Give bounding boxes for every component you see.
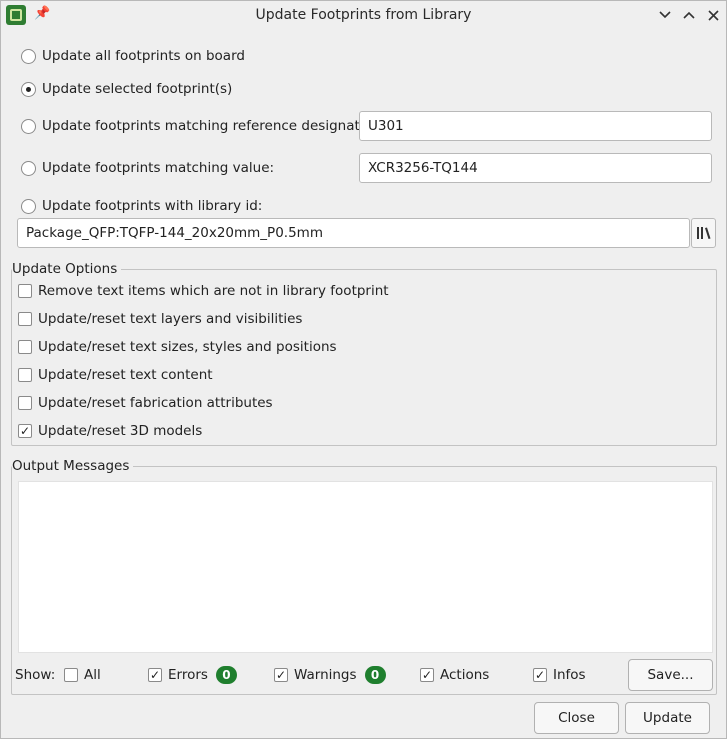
checkbox-label: Update/reset fabrication attributes: [38, 395, 273, 411]
option-text-layers[interactable]: Update/reset text layers and visibilitie…: [18, 308, 302, 330]
radio-update-all[interactable]: Update all footprints on board: [21, 44, 245, 68]
group-title: Output Messages: [12, 458, 134, 474]
maximize-button[interactable]: [678, 4, 700, 26]
radio-label: Update all footprints on board: [42, 48, 245, 64]
group-title: Update Options: [12, 261, 122, 277]
radio-label: Update footprints matching reference des…: [42, 118, 378, 134]
library-id-input[interactable]: Package_QFP:TQFP-144_20x20mm_P0.5mm: [17, 218, 690, 248]
checkbox[interactable]: [18, 312, 32, 326]
minimize-button[interactable]: [654, 4, 676, 26]
window-title: Update Footprints from Library: [255, 7, 472, 23]
errors-count-badge: 0: [215, 666, 237, 684]
checkbox-label: Update/reset text content: [38, 367, 213, 383]
checkbox-label: Update/reset text layers and visibilitie…: [38, 311, 303, 327]
chevron-up-icon: [683, 11, 695, 19]
checkbox-checked[interactable]: ✓: [533, 668, 547, 682]
output-messages-panel[interactable]: [18, 481, 713, 653]
option-remove-text-items[interactable]: Remove text items which are not in libra…: [18, 280, 389, 302]
close-button[interactable]: Close: [534, 702, 619, 734]
close-window-button[interactable]: [702, 4, 724, 26]
radio-button[interactable]: [21, 118, 36, 134]
update-options-group: Update Options Remove text items which a…: [11, 261, 717, 446]
filter-label: All: [84, 667, 101, 683]
checkbox[interactable]: [18, 340, 32, 354]
filter-infos[interactable]: ✓ Infos: [533, 663, 586, 687]
checkbox-label: Remove text items which are not in libra…: [38, 283, 389, 299]
radio-update-selected[interactable]: Update selected footprint(s): [21, 77, 232, 101]
warnings-count-badge: 0: [364, 666, 386, 684]
checkbox[interactable]: [18, 396, 32, 410]
checkbox[interactable]: [18, 368, 32, 382]
update-button[interactable]: Update: [625, 702, 710, 734]
close-icon: [707, 9, 719, 21]
filter-all[interactable]: All: [64, 663, 101, 687]
checkbox-label: Update/reset text sizes, styles and posi…: [38, 339, 337, 355]
option-text-sizes[interactable]: Update/reset text sizes, styles and posi…: [18, 336, 337, 358]
checkbox-label: Update/reset 3D models: [38, 423, 203, 439]
checkbox[interactable]: [18, 284, 32, 298]
radio-button-checked[interactable]: [21, 81, 36, 97]
radio-label: Update footprints with library id:: [42, 198, 263, 214]
reference-designator-input[interactable]: U301: [359, 111, 712, 141]
radio-update-by-value[interactable]: Update footprints matching value:: [21, 156, 274, 180]
radio-button[interactable]: [21, 160, 36, 176]
radio-button[interactable]: [21, 198, 36, 214]
browse-library-button[interactable]: [691, 218, 716, 248]
library-books-icon: [696, 227, 710, 239]
checkbox-checked[interactable]: ✓: [18, 424, 32, 438]
filter-label: Warnings: [294, 667, 357, 683]
filter-label: Actions: [440, 667, 490, 683]
radio-label: Update selected footprint(s): [42, 81, 233, 97]
checkbox-checked[interactable]: ✓: [274, 668, 288, 682]
chevron-down-icon: [659, 11, 671, 19]
checkbox[interactable]: [64, 668, 78, 682]
filter-errors[interactable]: ✓ Errors 0: [148, 663, 237, 687]
radio-update-by-ref[interactable]: Update footprints matching reference des…: [21, 114, 378, 138]
value-input[interactable]: XCR3256-TQ144: [359, 153, 712, 183]
show-label: Show:: [15, 667, 56, 683]
radio-label: Update footprints matching value:: [42, 160, 275, 176]
save-button[interactable]: Save...: [628, 659, 713, 691]
option-text-content[interactable]: Update/reset text content: [18, 364, 213, 386]
filter-label: Errors: [168, 667, 208, 683]
filter-warnings[interactable]: ✓ Warnings 0: [274, 663, 386, 687]
title-bar: 📌 Update Footprints from Library: [1, 1, 726, 30]
checkbox-checked[interactable]: ✓: [420, 668, 434, 682]
filter-actions[interactable]: ✓ Actions: [420, 663, 489, 687]
filter-label: Infos: [553, 667, 586, 683]
radio-button[interactable]: [21, 48, 36, 64]
option-fabrication-attributes[interactable]: Update/reset fabrication attributes: [18, 392, 273, 414]
update-footprints-dialog: 📌 Update Footprints from Library Update …: [0, 0, 727, 739]
checkbox-checked[interactable]: ✓: [148, 668, 162, 682]
radio-update-by-libid[interactable]: Update footprints with library id:: [21, 194, 262, 218]
option-3d-models[interactable]: ✓ Update/reset 3D models: [18, 420, 202, 442]
